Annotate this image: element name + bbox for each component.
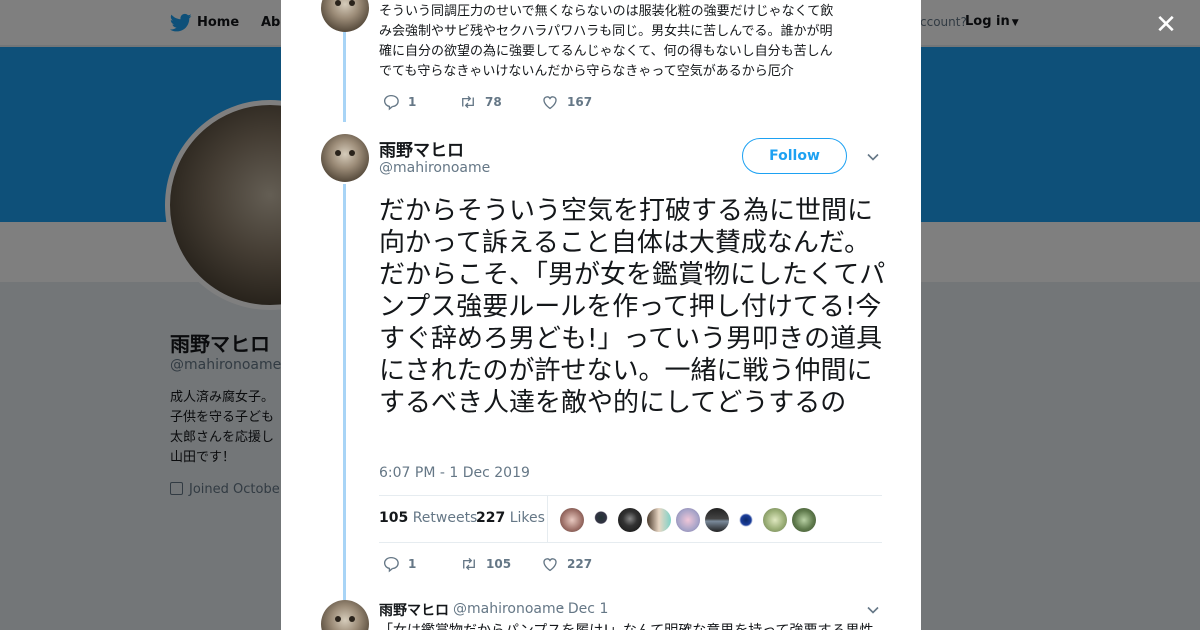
liker-avatar[interactable] (705, 508, 729, 532)
reply-icon (383, 556, 399, 573)
reply-author-name[interactable]: 雨野マヒロ (379, 600, 449, 620)
like-count: 167 (567, 95, 593, 109)
like-count: 227 (567, 557, 593, 571)
text-line: でても守らなきゃいけないんだから守らなきゃって空気があるから厄介 (379, 64, 794, 79)
tweet-text: だからそういう空気を打破する為に世間に向かって訴えること自体は大賛成なんだ。だか… (379, 196, 886, 418)
tweet-modal: そういう同調圧力のせいで無くならないのは服装化粧の強要だけじゃなくて飲 み会強制… (281, 0, 921, 630)
retweets-stat-label: Retweets (412, 510, 478, 526)
retweet-count: 78 (485, 95, 502, 109)
like-button[interactable]: 227 (541, 555, 592, 573)
retweet-count: 105 (486, 557, 512, 571)
close-icon[interactable]: ✕ (1153, 12, 1179, 38)
retweet-button[interactable]: 105 (460, 555, 511, 573)
reply-count: 1 (408, 95, 417, 109)
follow-button[interactable]: Follow (742, 138, 847, 174)
liker-avatar[interactable] (647, 508, 671, 532)
tweet-stats: 105 Retweets 227 Likes (379, 495, 882, 543)
author-handle[interactable]: @mahironoame (379, 160, 490, 176)
retweet-icon (462, 95, 474, 109)
likes-stat[interactable]: 227 Likes (476, 510, 545, 526)
thread-line (343, 32, 346, 122)
avatar[interactable] (321, 134, 369, 182)
retweets-stat-count: 105 (379, 510, 409, 526)
liker-avatar[interactable] (618, 508, 642, 532)
liker-avatar[interactable] (560, 508, 584, 532)
reply-button[interactable]: 1 (382, 93, 416, 111)
like-button[interactable]: 167 (541, 93, 592, 111)
avatar[interactable] (321, 600, 369, 630)
retweet-button[interactable]: 78 (459, 93, 502, 111)
reply-icon (383, 94, 399, 111)
liker-avatar[interactable] (763, 508, 787, 532)
liker-avatar[interactable] (734, 508, 758, 532)
text-line: み会強制やサビ残やセクハラパワハラも同じ。男女共に苦しんでる。誰かが明 (379, 24, 833, 39)
tweet-timestamp[interactable]: 6:07 PM - 1 Dec 2019 (379, 465, 530, 481)
prev-tweet-text: そういう同調圧力のせいで無くならないのは服装化粧の強要だけじゃなくて飲 み会強制… (379, 2, 889, 82)
retweet-icon (463, 557, 475, 571)
reply-date[interactable]: · Dec 1 (559, 601, 608, 617)
retweets-stat[interactable]: 105 Retweets (379, 510, 477, 526)
heart-icon (543, 558, 557, 572)
chevron-down-icon[interactable] (866, 603, 880, 617)
liker-avatar[interactable] (589, 508, 613, 532)
author-name[interactable]: 雨野マヒロ (379, 136, 464, 161)
thread-line (343, 184, 346, 600)
text-line: 確に自分の欲望の為に強要してるんじゃなくて、何の得もないし自分も苦しん (379, 44, 833, 59)
reply-tweet-text: 「女は鑑賞物だからパンプスを履け!」なんて明確な意思を持って強要する男性 (379, 620, 882, 630)
avatar[interactable] (321, 0, 369, 32)
text-line: そういう同調圧力のせいで無くならないのは服装化粧の強要だけじゃなくて飲 (379, 4, 834, 19)
likes-stat-count: 227 (476, 510, 506, 526)
liker-avatar[interactable] (792, 508, 816, 532)
stats-divider (547, 496, 548, 543)
heart-icon (543, 96, 557, 110)
reply-author-handle[interactable]: @mahironoame (453, 601, 564, 617)
likes-stat-label: Likes (509, 510, 545, 526)
reply-button[interactable]: 1 (382, 555, 416, 573)
liker-avatar[interactable] (676, 508, 700, 532)
reply-count: 1 (408, 557, 417, 571)
chevron-down-icon[interactable] (866, 150, 880, 164)
